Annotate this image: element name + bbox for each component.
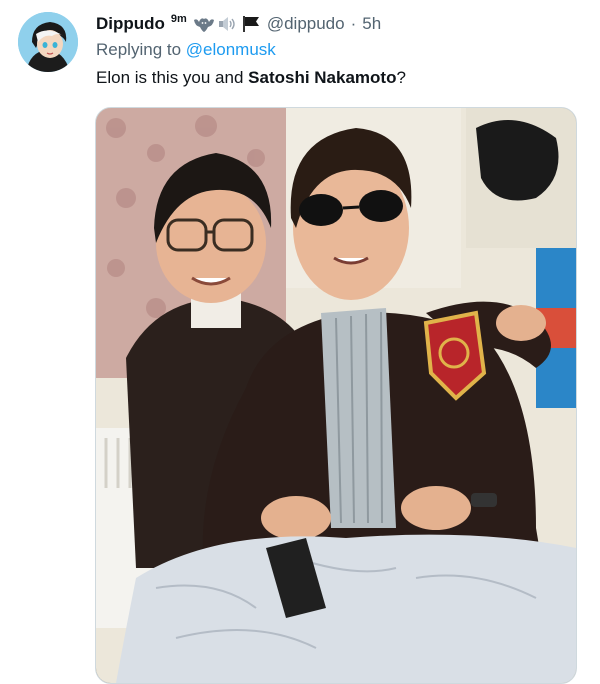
author-name-emoji — [193, 15, 261, 33]
author-display-name[interactable]: Dippudo — [96, 14, 165, 34]
tweet-text-part2: ? — [396, 68, 406, 87]
separator-dot: · — [350, 14, 357, 33]
photo-illustration — [96, 108, 576, 683]
speaker-icon — [218, 17, 235, 31]
tweet-photo[interactable] — [95, 107, 577, 684]
reply-context: Replying to @elonmusk — [96, 40, 276, 60]
bat-icon — [193, 18, 214, 32]
avatar[interactable] — [18, 12, 78, 72]
author-name-suffix: 9m — [170, 13, 187, 25]
author-handle[interactable]: @dippudo — [267, 14, 345, 34]
tweet-text-bold: Satoshi Nakamoto — [248, 68, 397, 87]
tweet[interactable]: Dippudo 9m @dippudo · 5h Replying to @el — [0, 0, 600, 684]
black-flag-icon — [242, 16, 259, 32]
tweet-text: Elon is this you and Satoshi Nakamoto? — [96, 68, 406, 88]
reply-prefix: Replying to — [96, 40, 186, 59]
tweet-header: Dippudo 9m @dippudo · 5h — [96, 12, 381, 36]
reply-mention-link[interactable]: @elonmusk — [186, 40, 276, 59]
tweet-timestamp[interactable]: 5h — [362, 14, 381, 34]
avatar-image — [18, 12, 78, 72]
tweet-text-part1: Elon is this you and — [96, 68, 249, 87]
